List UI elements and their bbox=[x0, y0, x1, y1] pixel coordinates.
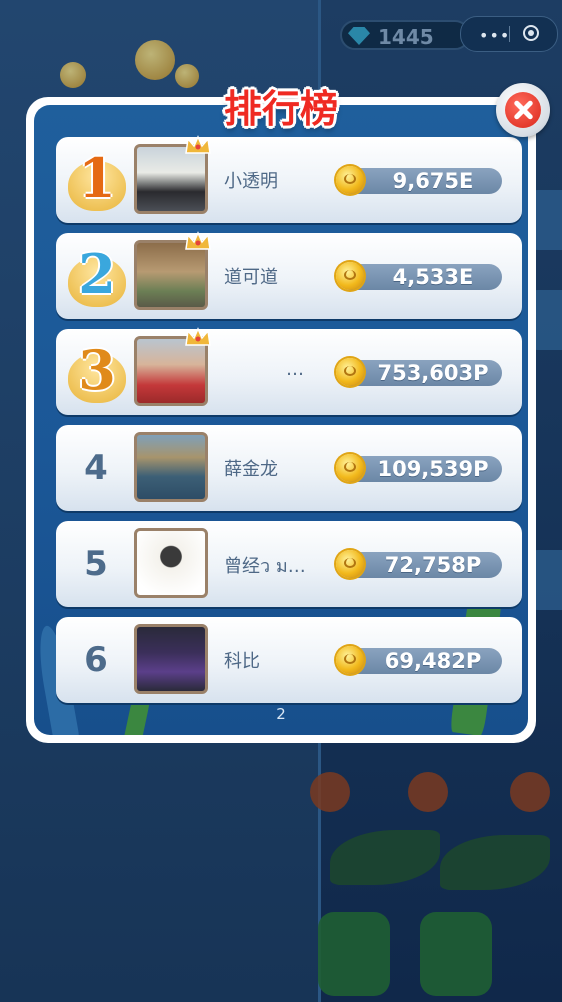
player-score: 753,603P bbox=[377, 361, 489, 385]
player-score: 4,533E bbox=[392, 265, 474, 289]
rank-number: 3 bbox=[78, 338, 116, 402]
score-box: 753,603P bbox=[336, 358, 502, 386]
player-score: 9,675E bbox=[392, 169, 474, 193]
leaf-decoration bbox=[440, 835, 550, 890]
crown-icon bbox=[184, 135, 212, 157]
player-name: … bbox=[286, 359, 304, 380]
arrow-icon bbox=[310, 772, 350, 812]
player-name: 道可道 bbox=[224, 267, 278, 288]
coin-icon bbox=[336, 358, 364, 386]
score-box: 4,533E bbox=[336, 262, 502, 290]
score-box: 69,482P bbox=[336, 646, 502, 674]
background-fish-button bbox=[420, 912, 492, 996]
coin-icon bbox=[135, 40, 175, 80]
player-name: 小透明 bbox=[224, 171, 278, 192]
gem-count: 1445 bbox=[378, 25, 434, 49]
coin-icon bbox=[336, 454, 364, 482]
miniprogram-capsule: ••• bbox=[460, 16, 558, 52]
background-bottom-area bbox=[0, 740, 562, 1002]
coin-icon bbox=[336, 646, 364, 674]
capsule-divider bbox=[509, 26, 510, 42]
rank-number: 4 bbox=[84, 448, 108, 488]
target-icon[interactable] bbox=[523, 25, 539, 41]
leaderboard-row[interactable]: 5 曾经ว ม… 72,758P bbox=[56, 521, 522, 607]
player-score: 69,482P bbox=[384, 649, 482, 673]
player-name: 薛金龙 bbox=[224, 459, 278, 480]
background-green-button bbox=[318, 912, 390, 996]
crown-icon bbox=[184, 231, 212, 253]
gold-medal-icon: 1 bbox=[62, 143, 132, 219]
page-indicator: 2 bbox=[276, 705, 286, 723]
avatar bbox=[134, 624, 208, 694]
top-bar: 1445 ••• bbox=[318, 14, 562, 58]
leaderboard-row[interactable]: 1 小透明 9,675E bbox=[56, 135, 522, 223]
player-name: 曾经ว ม… bbox=[224, 556, 306, 577]
close-icon[interactable] bbox=[505, 92, 541, 128]
coin-icon bbox=[336, 166, 364, 194]
leaderboard-row[interactable]: 6 科比 69,482P bbox=[56, 617, 522, 703]
leaderboard-row[interactable]: 3 … 753,603P bbox=[56, 327, 522, 415]
arrow-icon bbox=[510, 772, 550, 812]
score-box: 9,675E bbox=[336, 166, 502, 194]
bronze-medal-icon: 3 bbox=[62, 335, 132, 411]
close-button[interactable] bbox=[496, 83, 550, 137]
more-icon[interactable]: ••• bbox=[479, 26, 510, 45]
coin-icon bbox=[336, 262, 364, 290]
rank-number: 6 bbox=[84, 640, 108, 680]
leaderboard-panel: 1 小透明 9,675E 2 道可道 4,533E 3 … 753,603P 4… bbox=[34, 105, 528, 735]
player-score: 72,758P bbox=[384, 553, 482, 577]
player-name: 科比 bbox=[224, 651, 260, 672]
score-box: 109,539P bbox=[336, 454, 502, 482]
rank-number: 5 bbox=[84, 544, 108, 584]
crown-icon bbox=[184, 327, 212, 349]
silver-medal-icon: 2 bbox=[62, 239, 132, 315]
coin-icon bbox=[60, 62, 86, 88]
gem-counter: 1445 bbox=[340, 20, 470, 50]
leaderboard-row[interactable]: 4 薛金龙 109,539P bbox=[56, 425, 522, 511]
leaderboard-row[interactable]: 2 道可道 4,533E bbox=[56, 231, 522, 319]
arrow-icon bbox=[408, 772, 448, 812]
coin-icon bbox=[175, 64, 199, 88]
leaderboard-title-wrap: 排行榜 bbox=[201, 78, 361, 131]
score-box: 72,758P bbox=[336, 550, 502, 578]
rank-number: 1 bbox=[78, 146, 116, 210]
avatar bbox=[134, 528, 208, 598]
leaderboard-modal: 1 小透明 9,675E 2 道可道 4,533E 3 … 753,603P 4… bbox=[26, 97, 536, 743]
coin-icon bbox=[336, 550, 364, 578]
leaderboard-title: 排行榜 bbox=[223, 86, 338, 131]
avatar bbox=[134, 432, 208, 502]
leaf-decoration bbox=[330, 830, 440, 885]
player-score: 109,539P bbox=[377, 457, 489, 481]
rank-number: 2 bbox=[78, 242, 116, 306]
gem-icon bbox=[348, 27, 370, 45]
